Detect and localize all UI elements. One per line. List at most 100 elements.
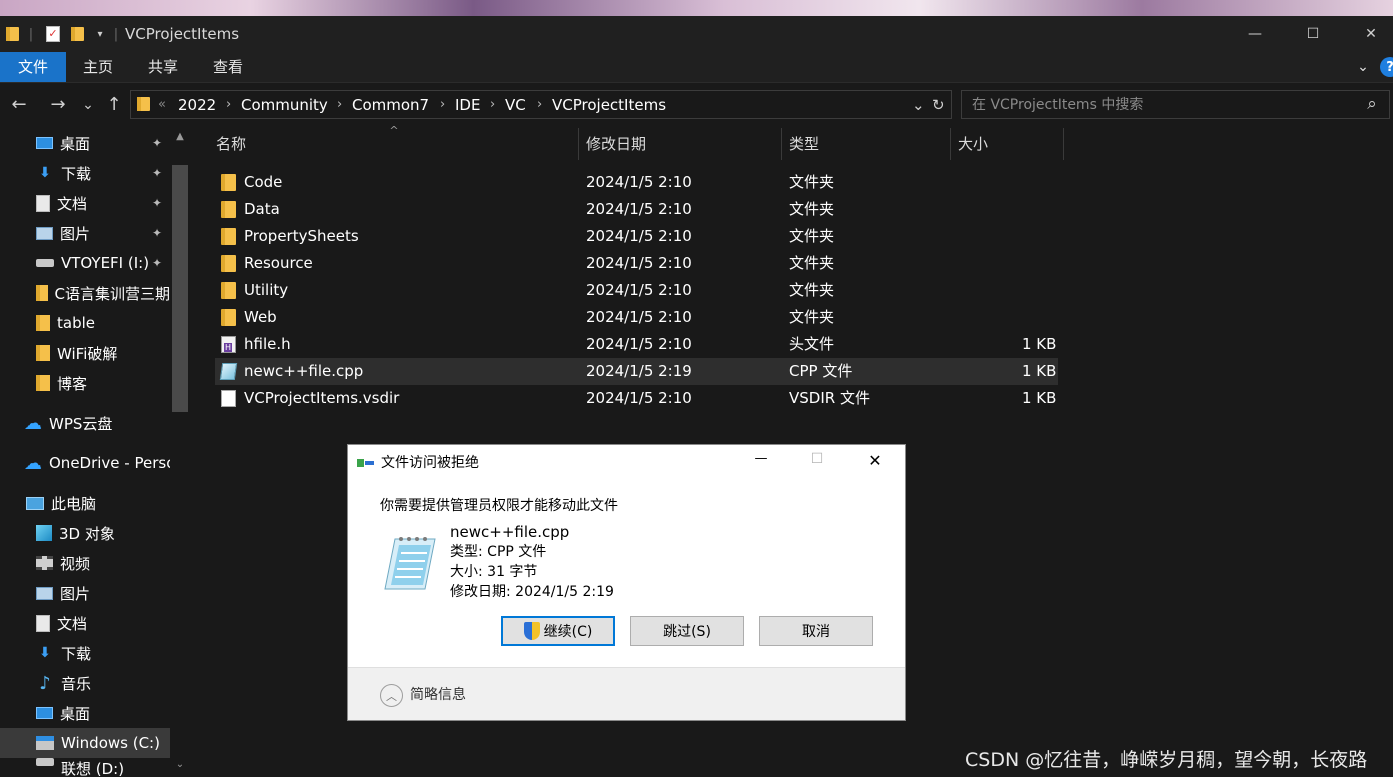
- file-row[interactable]: hfile.h 2024/1/5 2:10 头文件 1 KB: [215, 331, 1058, 358]
- dialog-close-button[interactable]: ✕: [864, 451, 886, 470]
- minimize-button[interactable]: —: [1226, 16, 1284, 52]
- file-row-selected[interactable]: newc++file.cpp 2024/1/5 2:19 CPP 文件 1 KB: [215, 358, 1058, 385]
- continue-button[interactable]: 继续(C): [501, 616, 615, 646]
- sidebar-item-vtoyefi[interactable]: VTOYEFI (I:) ✦: [0, 248, 170, 278]
- breadcrumb-separator[interactable]: ›: [537, 94, 542, 116]
- file-move-icon: [357, 456, 375, 470]
- address-dropdown-icon[interactable]: ⌄: [912, 94, 925, 116]
- refresh-icon[interactable]: ↻: [932, 94, 945, 116]
- sidebar-item-blog[interactable]: 博客: [0, 368, 170, 398]
- new-folder-icon[interactable]: [68, 16, 88, 52]
- sidebar-item-wifi[interactable]: WiFi破解: [0, 338, 170, 368]
- sidebar-item-label: 图片: [60, 224, 91, 243]
- column-header-date[interactable]: 修改日期: [578, 128, 782, 160]
- sidebar-item-label: WiFi破解: [57, 344, 118, 363]
- pin-icon: ✦: [152, 226, 163, 240]
- tab-share[interactable]: 共享: [130, 52, 196, 82]
- close-button[interactable]: ✕: [1342, 16, 1393, 52]
- breadcrumb-ide[interactable]: IDE: [455, 94, 480, 116]
- dialog-message: 你需要提供管理员权限才能移动此文件: [380, 498, 618, 514]
- tab-home[interactable]: 主页: [66, 52, 130, 82]
- file-name: newc++file.cpp: [244, 362, 364, 380]
- file-row[interactable]: VCProjectItems.vsdir 2024/1/5 2:10 VSDIR…: [215, 385, 1058, 412]
- chevron-up-icon[interactable]: ︿: [380, 684, 403, 707]
- file-type: 文件夹: [789, 308, 835, 326]
- pin-icon: ✦: [152, 196, 163, 210]
- breadcrumb-vcprojectitems[interactable]: VCProjectItems: [552, 94, 666, 116]
- folder-icon: [221, 201, 236, 218]
- file-type: VSDIR 文件: [789, 389, 870, 407]
- pin-icon: ✦: [152, 166, 163, 180]
- watermark-text: CSDN @忆往昔，峥嵘岁月稠，望今朝，长夜路: [965, 749, 1368, 771]
- file-row[interactable]: Utility 2024/1/5 2:10 文件夹: [215, 277, 1058, 304]
- maximize-button[interactable]: ☐: [1284, 16, 1342, 52]
- continue-button-label: 继续(C): [543, 624, 593, 640]
- cancel-button[interactable]: 取消: [759, 616, 873, 646]
- address-folder-icon: [137, 96, 151, 116]
- window-title: VCProjectItems: [125, 25, 240, 43]
- drive-icon: [36, 259, 54, 267]
- column-header-name[interactable]: 名称: [208, 128, 579, 160]
- sidebar-item-windows-c[interactable]: Windows (C:): [0, 728, 170, 758]
- sidebar-item-documents[interactable]: 文档 ✦: [0, 188, 170, 218]
- sidebar-item-lenovo-d[interactable]: 联想 (D:): [0, 758, 170, 777]
- breadcrumb-common7[interactable]: Common7: [352, 94, 429, 116]
- back-button[interactable]: ←: [6, 91, 32, 119]
- sidebar-item-c-course[interactable]: C语言集训营三期: [0, 278, 170, 308]
- address-overflow[interactable]: «: [158, 94, 166, 116]
- breadcrumb-community[interactable]: Community: [241, 94, 328, 116]
- breadcrumb-2022[interactable]: 2022: [178, 94, 216, 116]
- sidebar-item-3d-objects[interactable]: 3D 对象: [0, 518, 170, 548]
- sidebar-item-videos[interactable]: 视频: [0, 548, 170, 578]
- sidebar-item-wps[interactable]: ☁ WPS云盘: [0, 408, 170, 438]
- scroll-up-icon[interactable]: ▲: [173, 131, 187, 142]
- details-toggle[interactable]: 简略信息: [410, 685, 466, 705]
- breadcrumb-separator[interactable]: ›: [226, 94, 231, 116]
- sidebar-item-desktop-pc[interactable]: 桌面: [0, 698, 170, 728]
- dialog-minimize-button[interactable]: —: [750, 451, 772, 466]
- file-row[interactable]: Web 2024/1/5 2:10 文件夹: [215, 304, 1058, 331]
- sidebar-item-desktop[interactable]: 桌面 ✦: [0, 128, 170, 158]
- skip-button[interactable]: 跳过(S): [630, 616, 744, 646]
- sidebar-item-this-pc[interactable]: 此电脑: [0, 488, 170, 518]
- sidebar-item-pictures-pc[interactable]: 图片: [0, 578, 170, 608]
- customize-quick-access-icon[interactable]: ▾: [92, 16, 108, 52]
- sidebar-item-pictures[interactable]: 图片 ✦: [0, 218, 170, 248]
- column-header-type[interactable]: 类型: [781, 128, 951, 160]
- file-date: 2024/1/5 2:10: [586, 389, 692, 407]
- file-size: 1 KB: [1022, 335, 1057, 353]
- sidebar-item-label: 桌面: [60, 704, 91, 723]
- recent-locations-button[interactable]: ⌄: [78, 91, 98, 119]
- file-row[interactable]: PropertySheets 2024/1/5 2:10 文件夹: [215, 223, 1058, 250]
- file-row[interactable]: Resource 2024/1/5 2:10 文件夹: [215, 250, 1058, 277]
- forward-button[interactable]: →: [44, 91, 72, 119]
- breadcrumb-separator[interactable]: ›: [490, 94, 495, 116]
- navigation-scrollbar-thumb[interactable]: [172, 165, 188, 412]
- file-type: 文件夹: [789, 200, 835, 218]
- search-icon[interactable]: ⌕: [1362, 92, 1382, 116]
- sidebar-item-table[interactable]: table: [0, 308, 170, 338]
- sidebar-item-music[interactable]: ♪ 音乐: [0, 668, 170, 698]
- column-header-size[interactable]: 大小: [950, 128, 1064, 160]
- pin-icon: ✦: [152, 256, 163, 270]
- breadcrumb-separator[interactable]: ›: [440, 94, 445, 116]
- file-name: Web: [244, 308, 277, 326]
- breadcrumb-separator[interactable]: ›: [337, 94, 342, 116]
- sidebar-item-downloads[interactable]: ⬇ 下载 ✦: [0, 158, 170, 188]
- folder-icon: [36, 375, 50, 391]
- file-type: 文件夹: [789, 281, 835, 299]
- tab-view[interactable]: 查看: [196, 52, 260, 82]
- sidebar-item-downloads-pc[interactable]: ⬇ 下载: [0, 638, 170, 668]
- sidebar-item-onedrive[interactable]: ☁ OneDrive - Personal: [0, 448, 170, 478]
- sidebar-item-label: Windows (C:): [61, 734, 160, 752]
- breadcrumb-vc[interactable]: VC: [505, 94, 526, 116]
- chevron-down-icon[interactable]: ⌄: [1352, 56, 1374, 78]
- properties-icon[interactable]: ✓: [42, 16, 64, 52]
- file-row[interactable]: Data 2024/1/5 2:10 文件夹: [215, 196, 1058, 223]
- sidebar-item-documents-pc[interactable]: 文档: [0, 608, 170, 638]
- file-row[interactable]: Code 2024/1/5 2:10 文件夹: [215, 169, 1058, 196]
- tab-file[interactable]: 文件: [0, 52, 66, 82]
- help-icon[interactable]: ?: [1380, 57, 1393, 77]
- up-button[interactable]: ↑: [102, 91, 126, 119]
- scroll-down-icon[interactable]: ⌄: [173, 759, 187, 770]
